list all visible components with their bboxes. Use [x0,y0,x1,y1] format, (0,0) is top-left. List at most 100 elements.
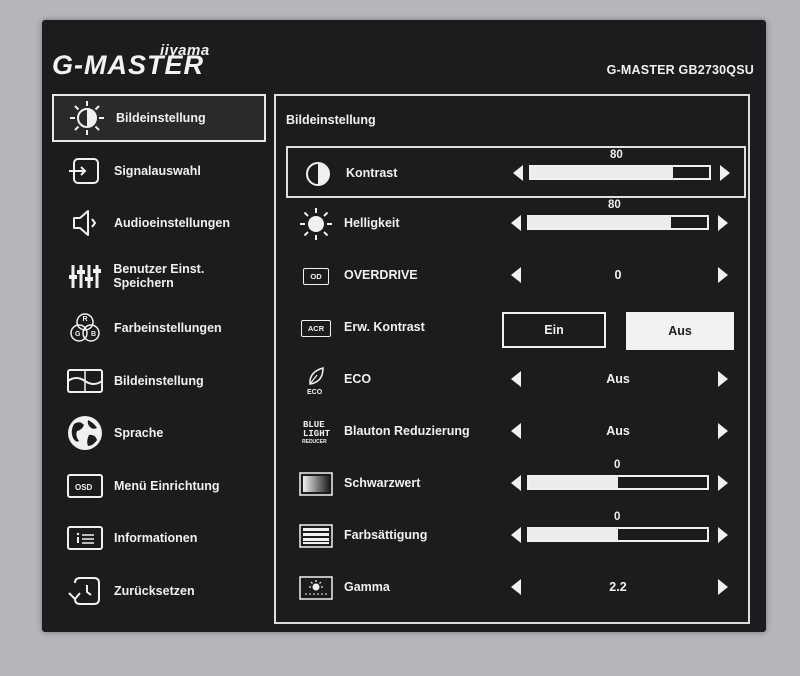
row-eco[interactable]: ECO ECO Aus [286,354,746,406]
contrast-icon [296,156,340,192]
row-label: Gamma [344,580,390,594]
helligkeit-slider[interactable] [527,215,709,230]
sidebar: Bildeinstellung Signalauswahl Audioeinst… [52,94,266,619]
sidebar-item-label: Benutzer Einst. Speichern [113,261,205,290]
globe-icon [62,413,108,453]
light-icon-text: LIGHT [303,429,331,439]
saturation-icon [294,518,338,554]
row-value: Aus [606,372,630,386]
decrease-arrow-icon[interactable] [513,165,523,181]
decrease-arrow-icon[interactable] [511,267,521,283]
row-erw-kontrast[interactable]: ACR Erw. Kontrast Ein Aus [286,302,746,354]
sidebar-item-bildeinstellung[interactable]: Bildeinstellung [52,94,266,142]
osd-icon: OSD [62,466,108,506]
sidebar-item-label: Informationen [114,531,198,545]
panel-title: Bildeinstellung [286,113,376,127]
rgb-icon: R G B [62,308,108,348]
black-level-icon [294,466,338,502]
sidebar-item-farbeinstellungen[interactable]: R G B Farbeinstellungen [52,304,266,352]
sidebar-item-label: Sprache [114,426,164,440]
sidebar-item-zuruecksetzen[interactable]: Zurücksetzen [52,567,266,615]
sidebar-item-label: Bildeinstellung [114,373,204,388]
farbsaettigung-slider[interactable] [527,527,709,542]
slider-fill [531,167,674,178]
info-icon [62,518,108,558]
slider-value: 0 [614,459,621,471]
reducer-icon-text: REDUCER [302,439,327,445]
slider-fill [529,529,618,540]
decrease-arrow-icon[interactable] [511,475,521,491]
row-label: Kontrast [346,166,398,180]
row-label: ECO [344,372,372,386]
sidebar-item-sprache[interactable]: Sprache [52,409,266,457]
sliders-icon [62,256,107,296]
slider-value: 80 [610,149,623,161]
image-settings-icon [62,361,108,401]
decrease-arrow-icon[interactable] [511,527,521,543]
row-overdrive[interactable]: OD OVERDRIVE 0 [286,250,746,302]
row-schwarzwert[interactable]: Schwarzwert 0 [286,458,746,510]
increase-arrow-icon[interactable] [718,527,728,543]
row-label: OVERDRIVE [344,268,418,282]
option-aus-button[interactable]: Aus [626,312,734,350]
increase-arrow-icon[interactable] [718,423,728,439]
increase-arrow-icon[interactable] [720,165,730,181]
slider-value: 0 [614,511,621,523]
increase-arrow-icon[interactable] [718,475,728,491]
row-kontrast[interactable]: Kontrast 80 [286,146,746,198]
blue-light-reducer-icon: BLUE LIGHT REDUCER [294,414,338,450]
decrease-arrow-icon[interactable] [511,423,521,439]
reset-icon [62,571,108,611]
icon-tag: OD [303,267,329,285]
row-label: Erw. Kontrast [344,320,425,334]
icon-tag: ACR [300,319,332,337]
row-label: Helligkeit [344,216,400,230]
sidebar-item-signalauswahl[interactable]: Signalauswahl [52,147,266,195]
brand-logo: G-MASTER [52,50,204,80]
svg-text:G: G [75,331,81,338]
slider-fill [529,217,672,228]
option-ein-button[interactable]: Ein [502,312,606,348]
row-blauton-reduzierung[interactable]: BLUE LIGHT REDUCER Blauton Reduzierung Aus [286,406,746,458]
sidebar-item-label: Signalauswahl [114,163,201,178]
kontrast-slider[interactable] [529,165,711,180]
row-label: Blauton Reduzierung [344,424,470,438]
increase-arrow-icon[interactable] [718,215,728,231]
decrease-arrow-icon[interactable] [511,579,521,595]
sidebar-item-label: Bildeinstellung [116,111,206,125]
row-label: Schwarzwert [344,476,421,490]
sidebar-item-audioeinstellungen[interactable]: Audioeinstellungen [52,199,266,247]
acr-icon: ACR [294,310,338,346]
increase-arrow-icon[interactable] [718,371,728,387]
row-label: Farbsättigung [344,528,428,542]
osd-menu: iiyama G-MASTER G-MASTER GB2730QSU Bilde… [42,20,766,632]
increase-arrow-icon[interactable] [718,579,728,595]
row-helligkeit[interactable]: Helligkeit 80 [286,198,746,250]
schwarzwert-slider[interactable] [527,475,709,490]
increase-arrow-icon[interactable] [718,267,728,283]
model-name: G-MASTER GB2730QSU [606,63,754,77]
settings-panel: Bildeinstellung Kontrast 80 Helligkeit 8… [274,94,750,624]
picture-adjust-icon [64,98,110,138]
speaker-icon [62,203,108,243]
gamma-icon [294,570,338,606]
sidebar-item-label: Farbeinstellungen [114,321,222,335]
row-value: 0 [614,268,622,282]
sidebar-item-menue-einrichtung[interactable]: OSD Menü Einrichtung [52,462,266,510]
row-farbsaettigung[interactable]: Farbsättigung 0 [286,510,746,562]
svg-text:OSD: OSD [75,483,93,492]
decrease-arrow-icon[interactable] [511,215,521,231]
svg-text:B: B [91,331,96,338]
sidebar-item-benutzer-einst-speichern[interactable]: Benutzer Einst. Speichern [52,252,266,300]
slider-fill [529,477,618,488]
decrease-arrow-icon[interactable] [511,371,521,387]
sidebar-item-bildeinstellung-2[interactable]: Bildeinstellung [52,357,266,405]
sidebar-item-label: Menü Einrichtung [114,478,220,493]
overdrive-icon: OD [294,258,338,294]
sidebar-item-informationen[interactable]: Informationen [52,514,266,562]
row-gamma[interactable]: Gamma 2.2 [286,562,746,614]
row-value: Aus [606,424,630,438]
sidebar-item-label: Audioeinstellungen [114,216,230,230]
sidebar-item-label: Zurücksetzen [114,583,195,598]
eco-leaf-icon: ECO [294,362,338,398]
